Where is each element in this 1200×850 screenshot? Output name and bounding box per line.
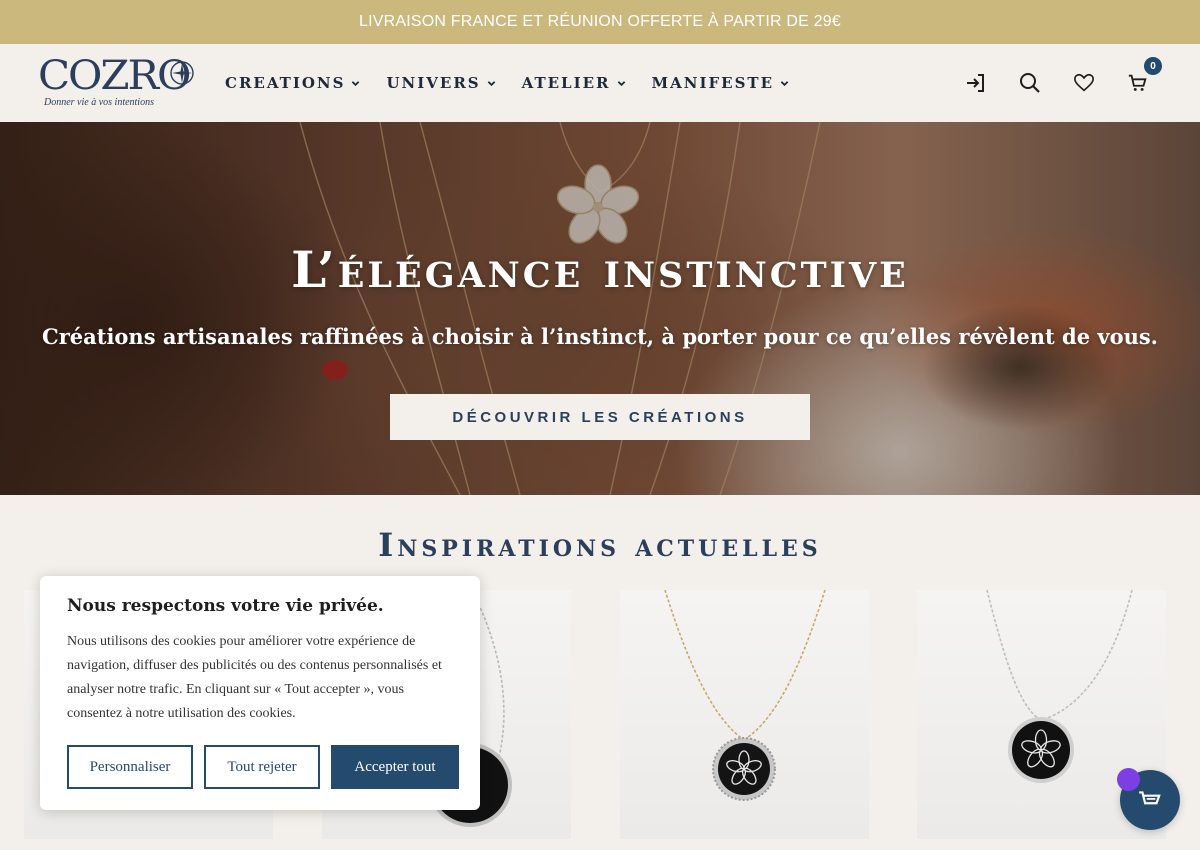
customize-button[interactable]: Personnaliser	[67, 745, 193, 789]
brand-logo[interactable]: COZRO Donner vie à vos intentions	[38, 53, 203, 113]
product-card[interactable]	[620, 590, 869, 839]
search-icon	[1020, 73, 1040, 93]
cart-icon	[1128, 74, 1147, 91]
nav-label: CREATIONS	[225, 74, 346, 92]
nav-label: MANIFESTE	[651, 74, 775, 92]
nav-label: UNIVERS	[386, 74, 481, 92]
cookie-actions: Personnaliser Tout rejeter Accepter tout	[67, 745, 459, 789]
header-actions: 0	[964, 44, 1162, 122]
main-nav: CREATIONS UNIVERS ATELIER MANIFESTE	[225, 44, 789, 122]
promo-text: LIVRAISON FRANCE ET RÉUNION OFFERTE À PA…	[358, 13, 841, 30]
chevron-down-icon	[487, 80, 495, 86]
nav-item-manifeste[interactable]: MANIFESTE	[652, 74, 789, 92]
wishlist-button[interactable]	[1072, 71, 1096, 95]
reject-all-button[interactable]: Tout rejeter	[204, 745, 320, 789]
login-icon	[967, 74, 984, 92]
brand-tagline: Donner vie à vos intentions	[44, 97, 154, 108]
site-header: COZRO Donner vie à vos intentions CREATI…	[0, 44, 1200, 122]
section-title: Inspirations actuelles	[378, 526, 822, 564]
chevron-down-icon	[780, 80, 789, 86]
necklace-image	[664, 590, 826, 801]
cart-icon	[1139, 791, 1161, 805]
discover-creations-button[interactable]: DÉCOUVRIR LES CRÉATIONS	[390, 394, 810, 440]
cookie-text: Nous utilisons des cookies pour améliore…	[67, 634, 442, 721]
heart-icon	[1074, 73, 1094, 92]
cart-count-badge: 0	[1144, 57, 1162, 75]
cart-button[interactable]: 0	[1126, 57, 1162, 95]
hero-title: L’élégance instinctive	[291, 240, 909, 299]
star-icon	[170, 61, 194, 85]
promo-banner: LIVRAISON FRANCE ET RÉUNION OFFERTE À PA…	[0, 0, 1200, 44]
nav-item-univers[interactable]: UNIVERS	[386, 74, 495, 92]
accept-all-button[interactable]: Accepter tout	[331, 745, 459, 789]
nav-item-creations[interactable]: CREATIONS	[225, 74, 360, 92]
hero-subtitle: Créations artisanales raffinées à choisi…	[42, 324, 1158, 349]
notification-dot	[1117, 768, 1140, 791]
cookie-title: Nous respectons votre vie privée.	[67, 596, 384, 616]
chevron-down-icon	[617, 80, 625, 86]
login-button[interactable]	[964, 71, 988, 95]
chevron-down-icon	[352, 80, 360, 86]
cookie-consent-dialog: Nous respectons votre vie privée. Nous u…	[40, 576, 480, 810]
brand-name: COZRO	[38, 53, 191, 99]
search-button[interactable]	[1018, 71, 1042, 95]
hero-banner: L’élégance instinctive Créations artisan…	[0, 122, 1200, 495]
nav-item-atelier[interactable]: ATELIER	[522, 74, 626, 92]
nav-label: ATELIER	[521, 74, 611, 92]
